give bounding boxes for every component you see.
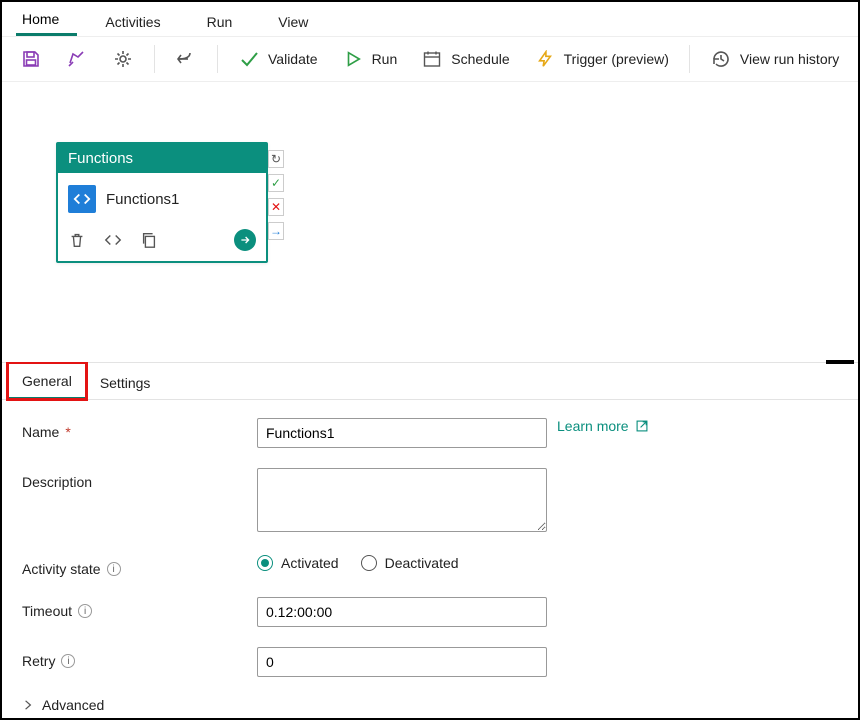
general-form: Name * Learn more Description: [2, 400, 858, 720]
learn-more-link[interactable]: Learn more: [557, 418, 649, 434]
node-side-icons: ↻ ✓ ✕ →: [268, 150, 284, 240]
radio-deactivated-label: Deactivated: [385, 555, 459, 571]
skip-icon[interactable]: →: [268, 222, 284, 240]
activity-state-radio-group: Activated Deactivated: [257, 555, 547, 571]
row-description: Description: [22, 468, 838, 535]
radio-deactivated[interactable]: Deactivated: [361, 555, 459, 571]
arrow-right-icon[interactable]: [234, 229, 256, 251]
name-input[interactable]: [257, 418, 547, 448]
row-timeout: Timeout i: [22, 597, 838, 627]
undo-button[interactable]: [165, 42, 207, 76]
info-icon[interactable]: i: [61, 654, 75, 668]
error-icon[interactable]: ✕: [268, 198, 284, 216]
row-retry: Retry i: [22, 647, 838, 677]
top-tab-bar: Home Activities Run View: [2, 2, 858, 36]
calendar-icon: [421, 48, 443, 70]
properties-panel: General Settings Name * Learn more: [2, 362, 858, 720]
info-icon[interactable]: i: [107, 562, 121, 576]
play-icon: [342, 48, 364, 70]
lightning-icon: [534, 48, 556, 70]
refresh-icon[interactable]: ↻: [268, 150, 284, 168]
discard-icon: [66, 48, 88, 70]
node-title: Functions1: [106, 191, 179, 208]
trigger-button[interactable]: Trigger (preview): [524, 42, 679, 76]
schedule-label: Schedule: [451, 51, 509, 67]
save-icon: [20, 48, 42, 70]
toolbar-separator: [689, 45, 690, 73]
tab-activities[interactable]: Activities: [99, 6, 178, 36]
panel-tab-bar: General Settings: [2, 363, 858, 400]
toolbar: Validate Run Schedule Trigger (preview): [2, 36, 858, 82]
node-header: Functions: [58, 144, 266, 173]
code-icon: [68, 185, 96, 213]
toolbar-separator: [217, 45, 218, 73]
activity-node-functions[interactable]: Functions Functions1: [56, 142, 268, 263]
retry-input[interactable]: [257, 647, 547, 677]
splitter-handle-icon[interactable]: [826, 360, 854, 364]
validate-button[interactable]: Validate: [228, 42, 328, 76]
run-label: Run: [372, 51, 398, 67]
retry-label: Retry i: [22, 647, 257, 669]
undo-icon: [175, 48, 197, 70]
trigger-label: Trigger (preview): [564, 51, 669, 67]
row-name: Name * Learn more: [22, 418, 838, 448]
history-icon: [710, 48, 732, 70]
timeout-input[interactable]: [257, 597, 547, 627]
tab-home[interactable]: Home: [16, 3, 77, 36]
tab-run[interactable]: Run: [201, 6, 251, 36]
external-link-icon: [635, 419, 649, 433]
tab-settings[interactable]: Settings: [86, 365, 165, 399]
delete-icon[interactable]: [68, 231, 86, 249]
validate-label: Validate: [268, 51, 318, 67]
timeout-label: Timeout i: [22, 597, 257, 619]
discard-button[interactable]: [56, 42, 98, 76]
settings-gear-button[interactable]: [102, 42, 144, 76]
node-footer: [58, 223, 266, 261]
description-input[interactable]: [257, 468, 547, 532]
row-activity-state: Activity state i Activated Deactivated: [22, 555, 838, 577]
advanced-toggle[interactable]: Advanced: [22, 697, 838, 713]
name-label: Name *: [22, 418, 257, 440]
description-label: Description: [22, 468, 257, 490]
check-icon: [238, 48, 260, 70]
radio-dot-icon: [257, 555, 273, 571]
save-button[interactable]: [10, 42, 52, 76]
activity-state-label: Activity state i: [22, 555, 257, 577]
history-label: View run history: [740, 51, 839, 67]
canvas[interactable]: Functions Functions1: [2, 82, 858, 362]
tab-view[interactable]: View: [272, 6, 326, 36]
success-icon[interactable]: ✓: [268, 174, 284, 192]
run-button[interactable]: Run: [332, 42, 408, 76]
toolbar-separator: [154, 45, 155, 73]
gear-icon: [112, 48, 134, 70]
code-view-icon[interactable]: [104, 231, 122, 249]
advanced-label: Advanced: [42, 697, 104, 713]
radio-dot-icon: [361, 555, 377, 571]
view-history-button[interactable]: View run history: [700, 42, 849, 76]
info-icon[interactable]: i: [78, 604, 92, 618]
copy-icon[interactable]: [140, 231, 158, 249]
required-asterisk: *: [65, 424, 70, 440]
radio-activated[interactable]: Activated: [257, 555, 339, 571]
tab-general[interactable]: General: [8, 363, 86, 399]
radio-activated-label: Activated: [281, 555, 339, 571]
schedule-button[interactable]: Schedule: [411, 42, 519, 76]
node-body: Functions1: [58, 173, 266, 223]
chevron-right-icon: [22, 699, 34, 711]
